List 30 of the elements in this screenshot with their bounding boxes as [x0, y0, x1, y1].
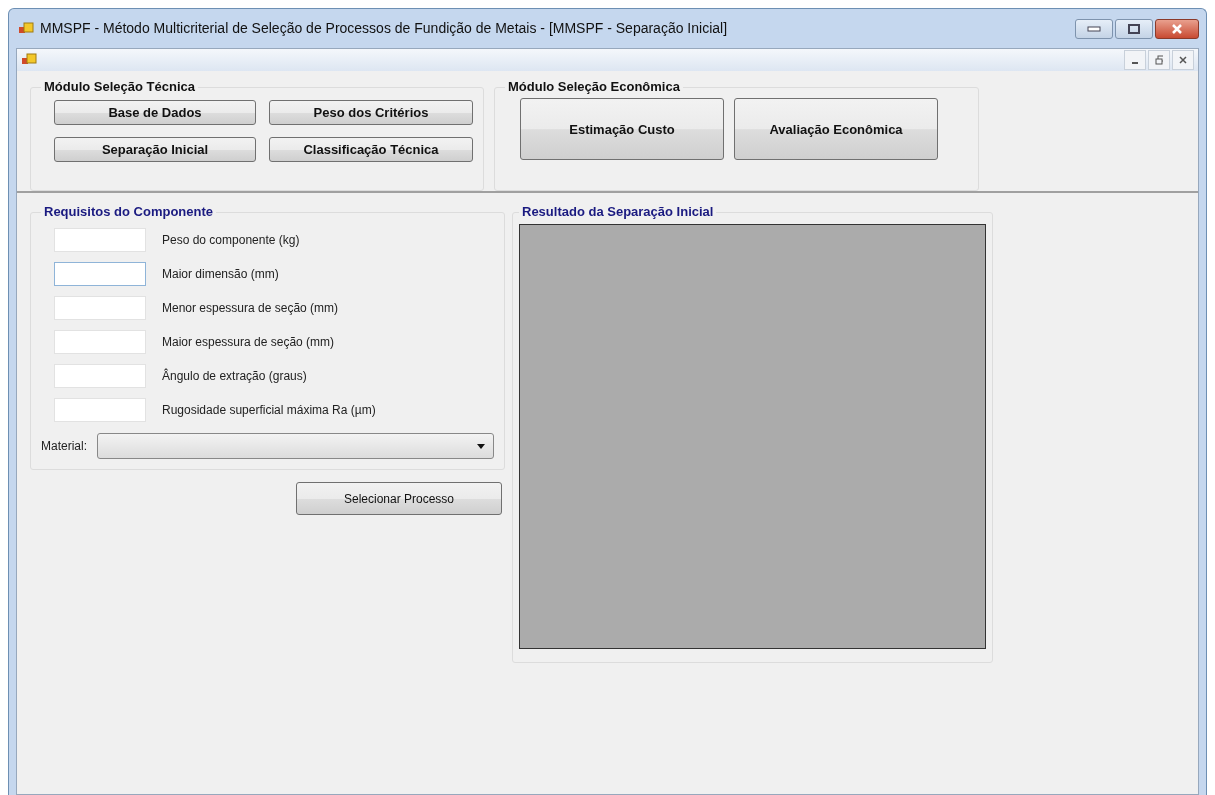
dropdown-arrow-icon: [477, 443, 485, 449]
close-icon: [1171, 23, 1183, 34]
field-label: Rugosidade superficial máxima Ra (µm): [162, 402, 376, 420]
group-title: Resultado da Separação Inicial: [521, 205, 715, 220]
field-label: Material:: [41, 438, 87, 456]
input-field[interactable]: [54, 262, 146, 287]
restore-icon: [1155, 55, 1163, 65]
module-button[interactable]: Peso dos Critérios: [269, 100, 473, 126]
close-button[interactable]: [1155, 18, 1199, 39]
minimize-button[interactable]: [1124, 50, 1146, 70]
group-title: Requisitos do Componente: [43, 205, 214, 220]
field-label: Maior dimensão (mm): [162, 266, 279, 284]
select-process-button[interactable]: Selecionar Processo: [296, 482, 502, 516]
maximize-button[interactable]: [1115, 18, 1153, 39]
group-title: Módulo Seleção Técnica: [43, 80, 196, 95]
window-title: MMSPF - Método Multicriterial de Seleção de Processos de Fundição de Metais - [MMSPF - Separação Inicial]: [40, 19, 728, 38]
group-title: Módulo Seleção Econômica: [507, 80, 681, 95]
module-button[interactable]: Base de Dados: [54, 100, 256, 126]
module-button[interactable]: Avaliação Econômica: [734, 98, 938, 161]
field-label: Peso do componente (kg): [162, 232, 300, 250]
close-icon: [1179, 56, 1187, 64]
field-label: Maior espessura de seção (mm): [162, 334, 335, 352]
module-button[interactable]: Classificação Técnica: [269, 137, 473, 163]
module-button[interactable]: Estimação Custo: [520, 98, 724, 161]
module-button[interactable]: Separação Inicial: [54, 137, 256, 163]
field-label: Ângulo de extração (graus): [162, 367, 307, 386]
material-dropdown[interactable]: [97, 433, 494, 460]
field-label: Menor espessura de seção (mm): [162, 300, 339, 318]
minimize-icon: [1087, 25, 1101, 32]
maximize-icon: [1128, 23, 1140, 34]
